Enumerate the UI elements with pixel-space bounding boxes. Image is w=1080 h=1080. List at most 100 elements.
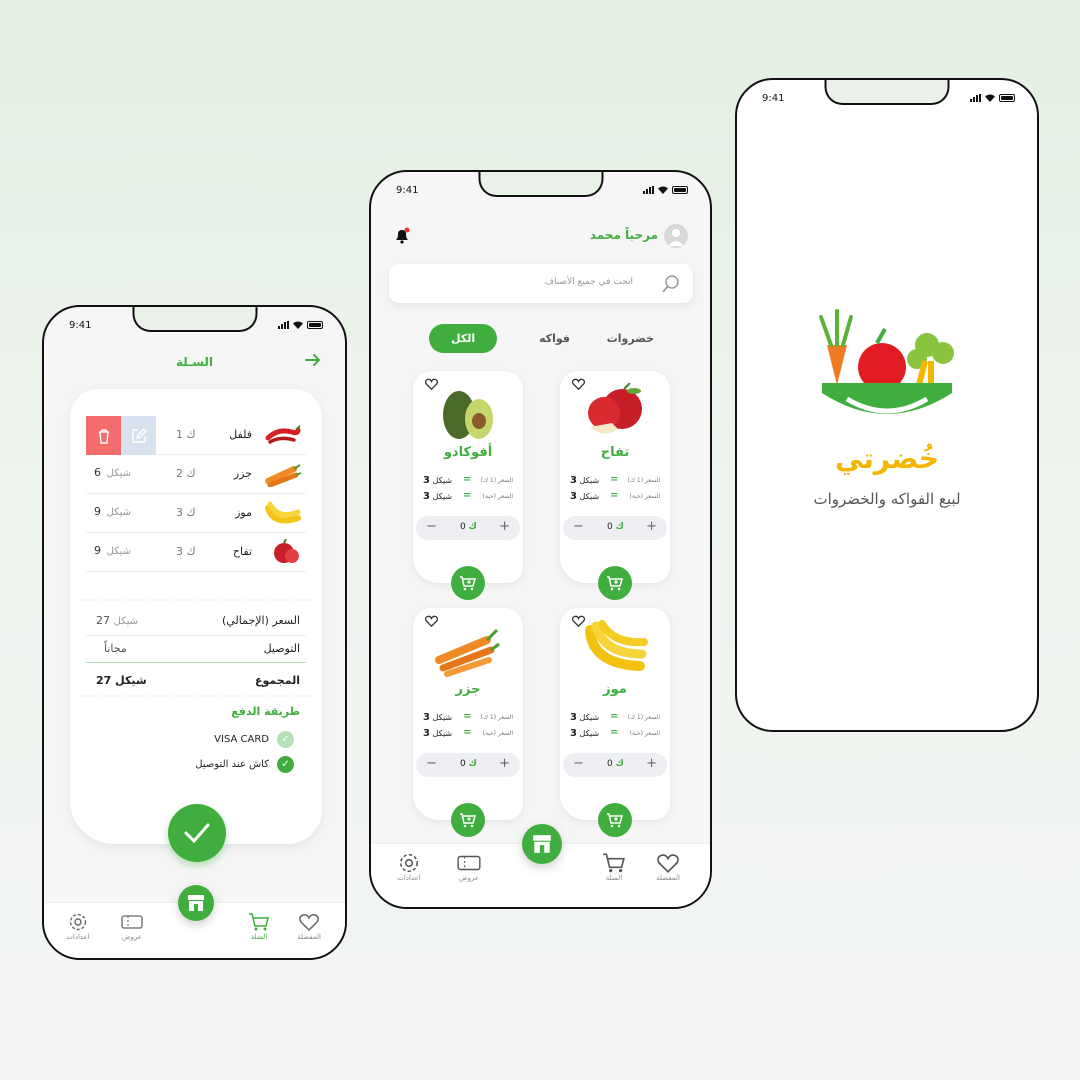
add-to-cart-button[interactable] bbox=[451, 566, 485, 600]
cart-icon bbox=[249, 913, 269, 931]
quantity-stepper: − 0 ك + bbox=[416, 516, 520, 540]
ticket-icon bbox=[457, 855, 481, 871]
increment-button[interactable]: + bbox=[499, 519, 510, 534]
tab-label: المفضلة bbox=[297, 933, 321, 941]
product-card[interactable]: تفاح 3 شيكل = السعر (1 ك) 3 شيكل = السعر… bbox=[560, 371, 670, 600]
increment-button[interactable]: + bbox=[646, 756, 657, 771]
tab-settings[interactable]: اعدادات bbox=[389, 852, 429, 882]
status-icons bbox=[643, 186, 688, 194]
currency-label: شيكل bbox=[113, 616, 139, 627]
product-card[interactable]: أفوكادو 3 شيكل = السعر (1 ك) 3 شيكل = ال… bbox=[413, 371, 523, 600]
status-time: 9:41 bbox=[396, 185, 419, 196]
tab-cart[interactable]: السلة bbox=[594, 852, 634, 882]
edit-button[interactable] bbox=[121, 416, 156, 455]
search-bar[interactable]: ابحث في جميع الأصناف bbox=[389, 264, 693, 303]
cart-item-row[interactable]: شيكل 9 3 ك موز bbox=[86, 494, 306, 533]
heart-icon bbox=[299, 914, 319, 931]
tab-label: عروض bbox=[459, 874, 479, 882]
product-card[interactable]: موز 3 شيكل = السعر (1 ك) 3 شيكل = السعر … bbox=[560, 608, 670, 837]
item-price: شيكل 9 bbox=[94, 505, 131, 518]
currency-label: شيكل bbox=[579, 729, 600, 738]
count: 0 bbox=[460, 759, 466, 769]
battery-icon bbox=[672, 186, 688, 194]
tab-fruits[interactable]: فواكه bbox=[539, 332, 570, 345]
tab-favorites[interactable]: المفضلة bbox=[289, 911, 329, 941]
gear-icon bbox=[69, 913, 87, 931]
search-icon bbox=[661, 274, 681, 298]
status-time: 9:41 bbox=[762, 93, 785, 104]
edit-icon bbox=[131, 427, 147, 443]
bottom-tab-bar: المفضلة السلة عروض اعدادات bbox=[371, 824, 710, 907]
subtotal-value: شيكل 27 bbox=[96, 614, 138, 627]
item-name: فلفل bbox=[229, 428, 252, 441]
store-button[interactable] bbox=[522, 824, 562, 864]
decrement-button[interactable]: − bbox=[573, 519, 584, 534]
currency-label: شيكل bbox=[432, 729, 453, 738]
decrement-button[interactable]: − bbox=[426, 756, 437, 771]
greeting: مرحباً محمد bbox=[589, 228, 658, 242]
tab-cart[interactable]: السلة bbox=[239, 911, 279, 941]
unit: ك bbox=[468, 522, 477, 532]
user-icon bbox=[668, 229, 684, 246]
carrot-icon bbox=[265, 464, 302, 487]
add-to-cart-button[interactable] bbox=[451, 803, 485, 837]
item-qty: 3 ك bbox=[176, 506, 196, 519]
price-value: 9 bbox=[94, 505, 101, 518]
avatar[interactable] bbox=[664, 224, 688, 248]
cart-item-row[interactable]: 1 ك فلفل bbox=[86, 416, 306, 455]
receipt-divider bbox=[80, 695, 312, 697]
notch bbox=[824, 80, 950, 105]
decrement-button[interactable]: − bbox=[573, 756, 584, 771]
add-to-cart-button[interactable] bbox=[598, 803, 632, 837]
currency-label: شيكل bbox=[106, 546, 132, 557]
back-arrow-icon[interactable] bbox=[305, 353, 321, 371]
item-qty: 3 ك bbox=[176, 545, 196, 558]
heart-icon bbox=[657, 854, 679, 873]
item-price: شيكل 6 bbox=[94, 466, 131, 479]
price-kg: 3 bbox=[423, 475, 430, 486]
receipt-divider bbox=[80, 599, 312, 601]
product-name: جزر bbox=[455, 682, 481, 697]
payment-option-cash[interactable]: كاش عند التوصيل ✓ bbox=[195, 756, 294, 773]
tab-offers[interactable]: عروض bbox=[449, 852, 489, 882]
status-time: 9:41 bbox=[69, 320, 92, 331]
signal-icon bbox=[970, 94, 981, 102]
search-input[interactable]: ابحث في جميع الأصناف bbox=[545, 277, 633, 287]
unit: ك bbox=[615, 759, 624, 769]
delete-button[interactable] bbox=[86, 416, 121, 455]
confirm-order-button[interactable] bbox=[168, 804, 226, 862]
pepper-icon bbox=[265, 425, 301, 444]
item-qty: 1 ك bbox=[176, 428, 196, 441]
payment-option-visa[interactable]: VISA CARD ✓ bbox=[214, 731, 294, 748]
wifi-icon bbox=[985, 94, 995, 102]
ticket-icon bbox=[121, 915, 143, 929]
price-value: 6 bbox=[94, 466, 101, 479]
price-pc: 3 bbox=[423, 728, 430, 739]
tab-settings[interactable]: اعدادات bbox=[58, 911, 98, 941]
currency-label: شيكل bbox=[579, 713, 600, 722]
item-price: شيكل 9 bbox=[94, 544, 131, 557]
cart-item-row[interactable]: شيكل 6 2 ك جزر bbox=[86, 455, 306, 494]
tab-all[interactable]: الكل bbox=[429, 324, 498, 353]
tab-favorites[interactable]: المفضلة bbox=[648, 852, 688, 882]
increment-button[interactable]: + bbox=[646, 519, 657, 534]
price-pc: 3 bbox=[423, 491, 430, 502]
add-to-cart-button[interactable] bbox=[598, 566, 632, 600]
increment-button[interactable]: + bbox=[499, 756, 510, 771]
decrement-button[interactable]: − bbox=[426, 519, 437, 534]
apple-image bbox=[588, 383, 642, 434]
brand-tagline: لبيع الفواكه والخضروات bbox=[813, 490, 961, 508]
tab-offers[interactable]: عروض bbox=[112, 911, 152, 941]
product-name: موز bbox=[603, 682, 627, 697]
price-kg: 3 bbox=[423, 712, 430, 723]
notification-button[interactable] bbox=[393, 227, 411, 249]
price-pc-label: السعر (حبة) bbox=[629, 730, 660, 737]
store-button[interactable] bbox=[178, 885, 214, 921]
quantity-stepper: − 0 ك + bbox=[416, 753, 520, 777]
price-kg-label: السعر (1 ك) bbox=[627, 477, 660, 484]
trash-icon bbox=[98, 428, 109, 444]
item-qty: 2 ك bbox=[176, 467, 196, 480]
cart-item-row[interactable]: شيكل 9 3 ك تفاح bbox=[86, 533, 306, 572]
tab-vegetables[interactable]: خضروات bbox=[607, 332, 654, 345]
product-card[interactable]: جزر 3 شيكل = السعر (1 ك) 3 شيكل = السعر … bbox=[413, 608, 523, 837]
